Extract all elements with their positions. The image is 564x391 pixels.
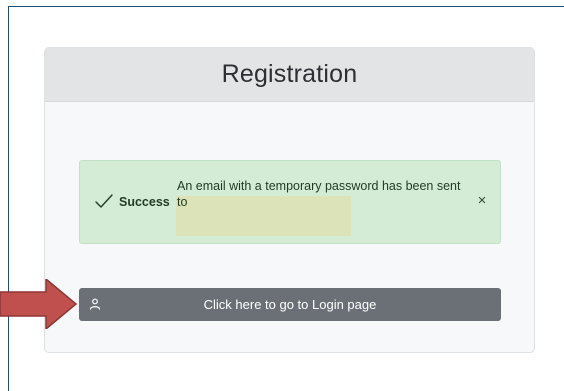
arrow-right-icon: [0, 279, 78, 329]
alert-message: An email with a temporary password has b…: [177, 179, 461, 209]
registration-card: Registration Success An email with a tem…: [44, 47, 535, 353]
success-alert: Success An email with a temporary passwo…: [79, 160, 501, 244]
login-button-label: Click here to go to Login page: [203, 297, 377, 312]
check-icon: [95, 194, 113, 208]
card-header: Registration: [45, 48, 534, 102]
alert-status-label: Success: [119, 195, 170, 209]
page-title: Registration: [221, 60, 358, 88]
login-page-button[interactable]: Click here to go to Login page: [79, 288, 501, 321]
close-icon[interactable]: ×: [474, 192, 490, 210]
